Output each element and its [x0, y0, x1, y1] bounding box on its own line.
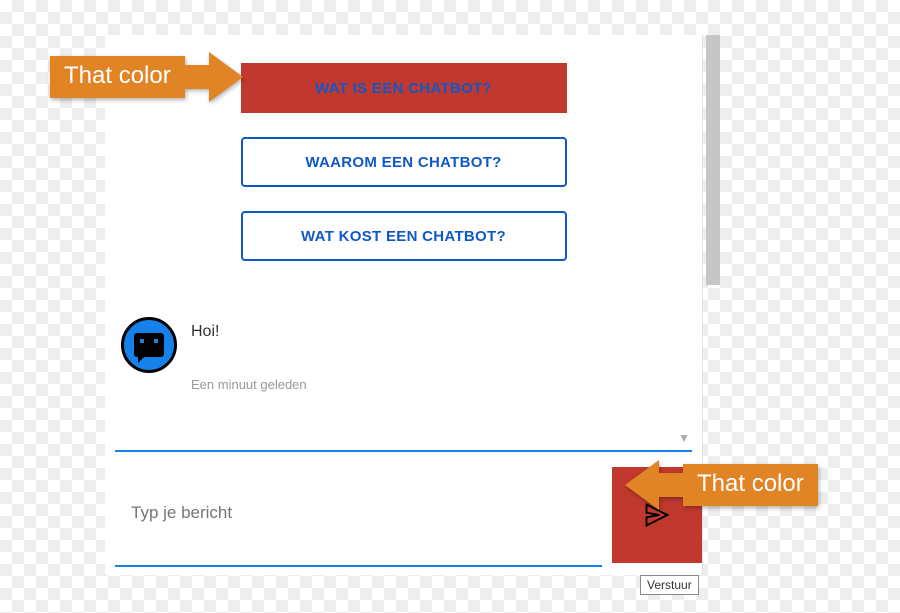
bot-avatar-icon	[121, 317, 177, 373]
option-button-3[interactable]: WAT KOST EEN CHATBOT?	[241, 211, 567, 261]
send-tooltip: Verstuur	[640, 575, 699, 595]
bot-message: Hoi!	[191, 317, 219, 341]
chat-panel: WAT IS EEN CHATBOT? WAAROM EEN CHATBOT? …	[105, 35, 703, 575]
option-label: WAT IS EEN CHATBOT?	[315, 80, 492, 97]
arrow-shaft	[659, 473, 683, 497]
arrow-shaft	[185, 65, 209, 89]
scrollbar[interactable]	[706, 35, 720, 285]
message-input-row	[105, 465, 702, 560]
option-label: WAAROM EEN CHATBOT?	[305, 154, 501, 171]
arrow-left-icon	[625, 460, 659, 510]
bot-message-row: Hoi!	[121, 317, 702, 373]
option-button-1[interactable]: WAT IS EEN CHATBOT?	[241, 63, 567, 113]
arrow-right-icon	[209, 52, 243, 102]
option-button-2[interactable]: WAAROM EEN CHATBOT?	[241, 137, 567, 187]
annotation-top: That color	[50, 52, 243, 102]
message-input[interactable]	[105, 503, 612, 523]
chevron-down-icon[interactable]: ▼	[678, 431, 690, 445]
bot-timestamp: Een minuut geleden	[121, 377, 702, 392]
divider	[115, 565, 602, 567]
annotation-label: That color	[50, 56, 185, 98]
option-label: WAT KOST EEN CHATBOT?	[301, 228, 506, 245]
bot-message-text: Hoi!	[191, 323, 219, 341]
annotation-bottom: That color	[625, 460, 818, 510]
divider	[115, 450, 692, 452]
annotation-label: That color	[683, 464, 818, 506]
